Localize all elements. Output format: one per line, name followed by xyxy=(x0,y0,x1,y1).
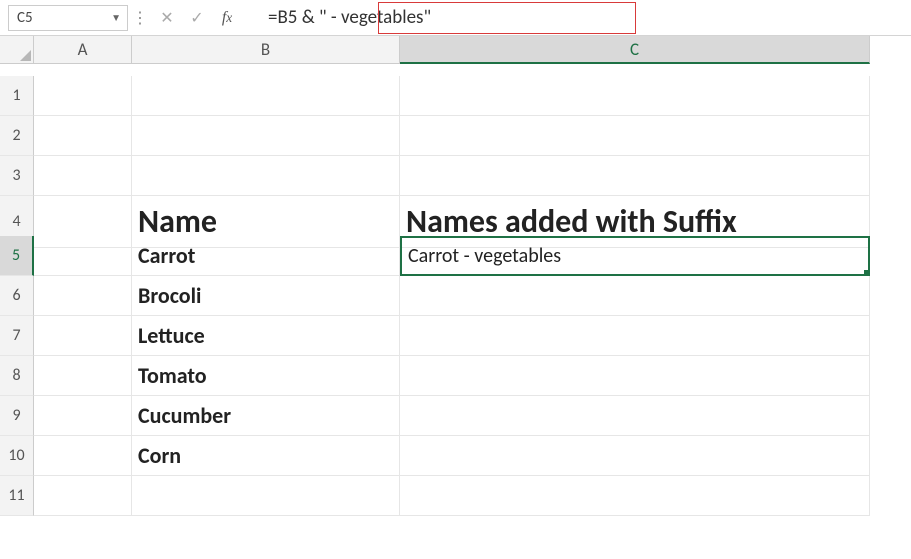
fx-icon[interactable]: fx xyxy=(212,5,242,31)
row-header-8[interactable]: 8 xyxy=(0,356,34,396)
cell-C5-value: Carrot - vegetables xyxy=(408,244,561,268)
accept-formula-icon: ✓ xyxy=(182,5,212,31)
cancel-formula-icon: ✕ xyxy=(152,5,182,31)
cell-A5[interactable] xyxy=(34,236,132,276)
cell-A10[interactable] xyxy=(34,436,132,476)
select-all-corner[interactable] xyxy=(0,36,34,64)
row-header-11[interactable]: 11 xyxy=(0,476,34,516)
cell-B2[interactable] xyxy=(132,116,400,156)
cell-B9[interactable]: Cucumber xyxy=(132,396,400,436)
cell-A3[interactable] xyxy=(34,156,132,196)
formula-bar: C5 ▼ ⋮ ✕ ✓ fx xyxy=(0,0,911,36)
divider-dots-icon: ⋮ xyxy=(128,8,152,28)
cell-A9[interactable] xyxy=(34,396,132,436)
name-box[interactable]: C5 ▼ xyxy=(8,5,128,31)
cell-C3[interactable] xyxy=(400,156,870,196)
row-header-10[interactable]: 10 xyxy=(0,436,34,476)
col-header-A[interactable]: A xyxy=(34,36,132,64)
cell-B6[interactable]: Brocoli xyxy=(132,276,400,316)
row-header-6[interactable]: 6 xyxy=(0,276,34,316)
cell-A7[interactable] xyxy=(34,316,132,356)
name-box-value: C5 xyxy=(17,9,33,27)
cell-C9[interactable] xyxy=(400,396,870,436)
cell-A6[interactable] xyxy=(34,276,132,316)
row-header-3[interactable]: 3 xyxy=(0,156,34,196)
cell-C6[interactable] xyxy=(400,276,870,316)
col-header-B[interactable]: B xyxy=(132,36,400,64)
cell-A1[interactable] xyxy=(34,76,132,116)
cell-B3[interactable] xyxy=(132,156,400,196)
cell-C11[interactable] xyxy=(400,476,870,516)
cell-B10[interactable]: Corn xyxy=(132,436,400,476)
row-header-2[interactable]: 2 xyxy=(0,116,34,156)
cell-C10[interactable] xyxy=(400,436,870,476)
formula-input[interactable] xyxy=(250,3,911,33)
cell-C8[interactable] xyxy=(400,356,870,396)
row-header-7[interactable]: 7 xyxy=(0,316,34,356)
cell-B5[interactable]: Carrot xyxy=(132,236,400,276)
cell-A2[interactable] xyxy=(34,116,132,156)
cell-C1[interactable] xyxy=(400,76,870,116)
cell-C5[interactable]: Carrot - vegetables xyxy=(400,236,870,276)
spreadsheet-grid[interactable]: A B C 1 2 3 4 Name Names added with Suff… xyxy=(0,36,911,516)
row-header-5[interactable]: 5 xyxy=(0,236,34,276)
cell-C2[interactable] xyxy=(400,116,870,156)
cell-B7[interactable]: Lettuce xyxy=(132,316,400,356)
name-box-dropdown-icon[interactable]: ▼ xyxy=(111,11,121,24)
fill-handle[interactable] xyxy=(864,270,870,276)
cell-B11[interactable] xyxy=(132,476,400,516)
col-header-C[interactable]: C xyxy=(400,36,870,64)
row-header-1[interactable]: 1 xyxy=(0,76,34,116)
cell-C7[interactable] xyxy=(400,316,870,356)
row-header-9[interactable]: 9 xyxy=(0,396,34,436)
cell-B8[interactable]: Tomato xyxy=(132,356,400,396)
cell-A11[interactable] xyxy=(34,476,132,516)
cell-B1[interactable] xyxy=(132,76,400,116)
cell-A8[interactable] xyxy=(34,356,132,396)
